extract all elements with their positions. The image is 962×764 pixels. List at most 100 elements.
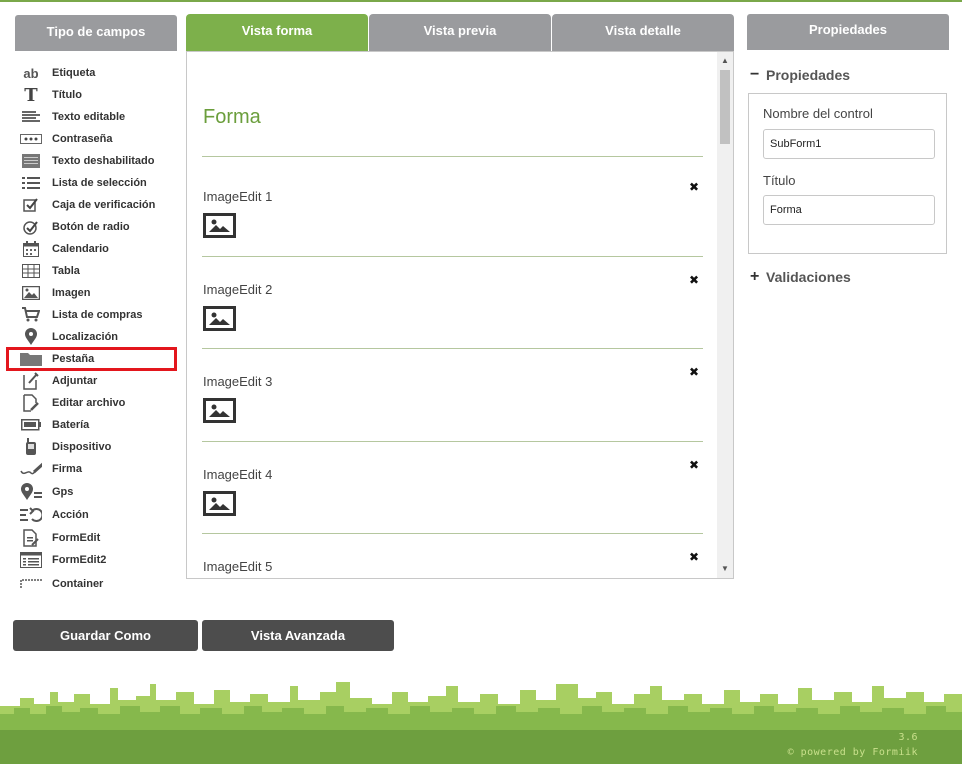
text-lines-icon	[20, 108, 42, 126]
image-icon	[20, 284, 42, 302]
field-type-imagen[interactable]: Imagen	[20, 283, 180, 303]
list-icon	[20, 174, 42, 192]
tab-vista-detalle[interactable]: Vista detalle	[552, 14, 734, 51]
field-type-label: Batería	[52, 419, 90, 431]
advanced-view-button[interactable]: Vista Avanzada	[202, 620, 394, 651]
edit-file-icon	[20, 394, 42, 412]
field-type-contrasena[interactable]: Contraseña	[20, 129, 180, 149]
field-type-label: FormEdit2	[52, 554, 107, 566]
ab-icon: ab	[23, 65, 39, 81]
powered-by-label: © powered by Formiik	[787, 747, 918, 758]
item-divider	[202, 348, 703, 349]
field-type-label: Localización	[52, 331, 119, 343]
field-type-texto-deshabilitado[interactable]: Texto deshabilitado	[20, 151, 180, 171]
calendar-icon	[20, 240, 42, 258]
field-type-caja-verificacion[interactable]: Caja de verificación	[20, 195, 180, 215]
field-type-label: Texto editable	[52, 111, 126, 123]
remove-item-button[interactable]: ✖	[689, 550, 699, 564]
field-type-label: Adjuntar	[52, 375, 98, 387]
remove-item-button[interactable]: ✖	[689, 180, 699, 194]
properties-header: Propiedades	[747, 14, 949, 50]
field-type-adjuntar[interactable]: Adjuntar	[20, 371, 180, 391]
field-type-localizacion[interactable]: Localización	[20, 327, 180, 347]
footer-city-skyline: 3.6 © powered by Formiik	[0, 680, 962, 764]
image-edit-label: ImageEdit 1	[203, 189, 273, 204]
item-divider	[202, 256, 703, 257]
field-type-formedit[interactable]: FormEdit	[20, 528, 180, 548]
attach-icon	[20, 372, 42, 390]
field-type-boton-radio[interactable]: Botón de radio	[20, 217, 180, 237]
remove-item-button[interactable]: ✖	[689, 273, 699, 287]
image-placeholder-icon[interactable]	[203, 398, 236, 423]
table-icon	[20, 262, 42, 280]
control-name-field[interactable]: SubForm1	[763, 129, 935, 159]
radio-check-icon	[20, 218, 42, 236]
image-placeholder-icon[interactable]	[203, 213, 236, 238]
image-placeholder-icon[interactable]	[203, 306, 236, 331]
properties-section-title: Propiedades	[766, 67, 851, 83]
password-dots-icon	[20, 130, 42, 148]
cart-icon	[20, 306, 42, 324]
field-type-label: Lista de compras	[52, 309, 143, 321]
field-type-label: Gps	[52, 486, 74, 498]
field-type-label: Imagen	[52, 287, 91, 299]
field-type-etiqueta[interactable]: ab Etiqueta	[20, 63, 180, 83]
field-type-accion[interactable]: Acción	[20, 505, 180, 525]
field-type-label: Lista de selección	[52, 177, 147, 189]
tab-vista-forma[interactable]: Vista forma	[186, 14, 368, 51]
form-title-divider	[202, 156, 703, 157]
field-types-header: Tipo de campos	[15, 15, 177, 51]
form-edit-icon	[20, 529, 42, 547]
image-edit-label: ImageEdit 3	[203, 374, 273, 389]
field-type-firma[interactable]: Firma	[20, 459, 180, 479]
image-edit-label: ImageEdit 4	[203, 467, 273, 482]
field-type-label: Contraseña	[52, 133, 113, 145]
selected-field-highlight	[6, 347, 177, 371]
field-type-bateria[interactable]: Batería	[20, 415, 180, 435]
properties-section-toggle[interactable]: − Propiedades	[750, 66, 850, 84]
field-type-label: Calendario	[52, 243, 109, 255]
remove-item-button[interactable]: ✖	[689, 365, 699, 379]
form-title: Forma	[203, 106, 261, 128]
remove-item-button[interactable]: ✖	[689, 458, 699, 472]
field-type-formedit2[interactable]: FormEdit2	[20, 550, 180, 570]
image-edit-label: ImageEdit 5	[203, 559, 273, 574]
field-type-tabla[interactable]: Tabla	[20, 261, 180, 281]
device-icon	[20, 438, 42, 456]
field-type-texto-editable[interactable]: Texto editable	[20, 107, 180, 127]
field-type-label: Acción	[52, 509, 89, 521]
title-t-icon: T	[24, 84, 38, 106]
disabled-text-icon	[20, 152, 42, 170]
form-scrollbar[interactable]: ▲ ▼	[717, 52, 733, 578]
tab-vista-previa[interactable]: Vista previa	[369, 14, 551, 51]
field-type-calendario[interactable]: Calendario	[20, 239, 180, 259]
scroll-down-arrow-icon[interactable]: ▼	[717, 562, 733, 576]
field-type-titulo[interactable]: T Título	[20, 84, 180, 106]
field-type-lista-seleccion[interactable]: Lista de selección	[20, 173, 180, 193]
collapse-minus-icon: −	[750, 66, 760, 83]
field-type-editar-archivo[interactable]: Editar archivo	[20, 393, 180, 413]
save-as-button[interactable]: Guardar Como	[13, 620, 198, 651]
scroll-thumb[interactable]	[720, 70, 730, 144]
field-type-gps[interactable]: Gps	[20, 482, 180, 502]
battery-icon	[20, 416, 42, 434]
expand-plus-icon: +	[750, 268, 760, 285]
field-type-container[interactable]: Container	[20, 574, 180, 594]
field-type-lista-compras[interactable]: Lista de compras	[20, 305, 180, 325]
container-icon	[20, 575, 42, 593]
field-type-dispositivo[interactable]: Dispositivo	[20, 437, 180, 457]
form-canvas[interactable]: Forma ✖ ImageEdit 1 ✖ ImageEdit 2 ✖ Imag…	[186, 51, 734, 579]
image-placeholder-icon[interactable]	[203, 491, 236, 516]
field-type-label: FormEdit	[52, 532, 101, 544]
checkbox-icon	[20, 196, 42, 214]
signature-icon	[20, 460, 42, 478]
control-name-label: Nombre del control	[763, 106, 873, 121]
scroll-up-arrow-icon[interactable]: ▲	[717, 54, 733, 68]
item-divider	[202, 441, 703, 442]
location-pin-icon	[20, 328, 42, 346]
top-accent-rule	[0, 0, 962, 2]
title-field[interactable]: Forma	[763, 195, 935, 225]
field-type-label: Etiqueta	[52, 67, 96, 79]
field-type-label: Tabla	[52, 265, 80, 277]
validations-section-toggle[interactable]: + Validaciones	[750, 268, 851, 286]
